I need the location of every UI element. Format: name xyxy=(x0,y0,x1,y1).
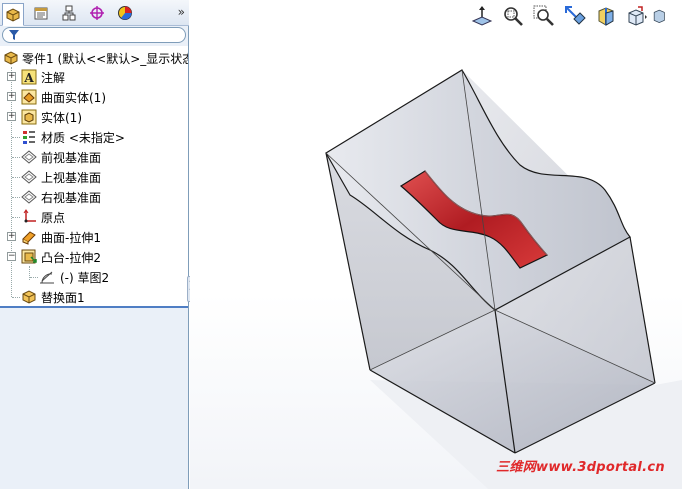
tree-item-label: 原点 xyxy=(41,210,66,225)
collapse-toggle[interactable]: − xyxy=(7,252,16,261)
tree-item-label: 替换面1 xyxy=(41,290,85,305)
replace-face-icon xyxy=(21,289,37,305)
origin-icon xyxy=(21,209,37,225)
tree-item-surface-bodies[interactable]: + 曲面实体(1) xyxy=(0,87,188,107)
tab-feature-manager[interactable] xyxy=(2,3,24,26)
tree-item-label: 材质 <未指定> xyxy=(41,130,125,145)
tab-dimxpert-manager[interactable] xyxy=(86,3,108,23)
manager-tab-bar: » xyxy=(0,0,189,26)
surface-bodies-icon xyxy=(21,89,37,105)
expand-toggle[interactable]: + xyxy=(7,72,16,81)
boss-extrude-icon xyxy=(21,249,37,265)
surface-extrude-icon xyxy=(21,229,37,245)
tree-item-annotations[interactable]: + A 注解 xyxy=(0,67,188,87)
tree-item-label: 右视基准面 xyxy=(41,190,102,205)
tree-item-replace-face1[interactable]: 替换面1 xyxy=(0,287,188,306)
tree-item-front-plane[interactable]: 前视基准面 xyxy=(0,147,188,167)
property-manager-icon xyxy=(34,7,48,20)
tree-item-label: 凸台-拉伸2 xyxy=(41,250,101,265)
tree-connector xyxy=(30,277,38,278)
graphics-area[interactable]: 三维网www.3dportal.cn xyxy=(190,0,682,489)
tab-configuration-manager[interactable] xyxy=(58,3,80,23)
filter-icon xyxy=(9,30,19,40)
tree-item-top-plane[interactable]: 上视基准面 xyxy=(0,167,188,187)
tree-connector xyxy=(12,137,20,138)
expand-toggle[interactable]: + xyxy=(7,112,16,121)
svg-text:A: A xyxy=(23,71,34,85)
tree-item-label: 前视基准面 xyxy=(41,150,102,165)
tree-item-right-plane[interactable]: 右视基准面 xyxy=(0,187,188,207)
dimxpert-manager-icon xyxy=(90,6,104,20)
tree-item-label: 上视基准面 xyxy=(41,170,102,185)
part-icon xyxy=(3,50,19,66)
tree-item-label: (-) 草图2 xyxy=(60,270,110,285)
tree-filter-field[interactable] xyxy=(2,27,186,43)
tree-item-boss-extrude2[interactable]: − 凸台-拉伸2 xyxy=(0,247,188,267)
feature-manager-panel: » 零件1 (默认<<默认>_显示状态 + A 注解 + 曲面实体(1) + 实… xyxy=(0,0,189,489)
watermark-text: 三维网www.3dportal.cn xyxy=(496,460,665,475)
tree-connector xyxy=(12,177,20,178)
expand-toggle[interactable]: + xyxy=(7,232,16,241)
sketch-icon xyxy=(39,269,55,285)
tree-connector xyxy=(12,157,20,158)
tab-property-manager[interactable] xyxy=(30,3,52,23)
tree-item-origin[interactable]: 原点 xyxy=(0,207,188,227)
material-icon xyxy=(21,129,37,145)
tree-item-material[interactable]: 材质 <未指定> xyxy=(0,127,188,147)
solid-bodies-icon xyxy=(21,109,37,125)
more-tabs-button[interactable]: » xyxy=(178,5,185,19)
tree-connector xyxy=(12,197,20,198)
tab-display-manager[interactable] xyxy=(114,3,136,23)
tree-item-label: 实体(1) xyxy=(41,110,82,125)
tree-connector xyxy=(12,297,20,298)
tree-item-solid-bodies[interactable]: + 实体(1) xyxy=(0,107,188,127)
tree-item-surface-extrude1[interactable]: + 曲面-拉伸1 xyxy=(0,227,188,247)
annotations-icon: A xyxy=(21,69,37,85)
display-manager-icon xyxy=(118,6,132,20)
plane-icon xyxy=(21,149,37,165)
plane-icon xyxy=(21,189,37,205)
tree-item-label: 注解 xyxy=(41,70,66,85)
tree-item-label: 曲面实体(1) xyxy=(41,90,106,105)
expand-toggle[interactable]: + xyxy=(7,92,16,101)
model-render xyxy=(325,69,682,489)
configuration-manager-icon xyxy=(62,5,76,21)
feature-manager-icon xyxy=(6,7,20,22)
plane-icon xyxy=(21,169,37,185)
feature-tree: 零件1 (默认<<默认>_显示状态 + A 注解 + 曲面实体(1) + 实体(… xyxy=(0,46,188,308)
tree-connector xyxy=(12,217,20,218)
tree-root-part[interactable]: 零件1 (默认<<默认>_显示状态 xyxy=(0,48,188,68)
tree-item-label: 曲面-拉伸1 xyxy=(41,230,101,245)
root-label: 零件1 (默认<<默认>_显示状态 xyxy=(22,51,188,66)
tree-item-sketch2[interactable]: (-) 草图2 xyxy=(0,267,188,287)
